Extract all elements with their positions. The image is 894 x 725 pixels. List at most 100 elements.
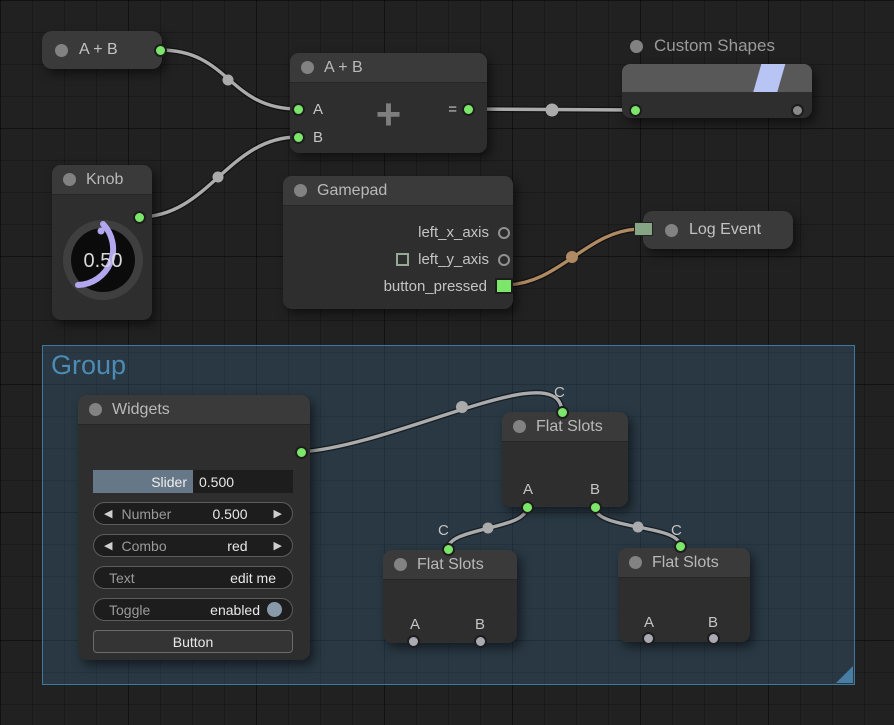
text-value[interactable]: edit me bbox=[230, 570, 276, 586]
combo-widget[interactable]: ◀ Combo red ▶ bbox=[93, 534, 293, 557]
node-widgets[interactable]: Widgets Slider 0.500 ◀ Number 0.500 ▶ ◀ … bbox=[78, 395, 310, 660]
output-slot-b[interactable] bbox=[707, 632, 720, 645]
node-knob[interactable]: Knob 0.50 bbox=[52, 165, 152, 320]
wire-midpoint-dot[interactable] bbox=[633, 522, 644, 533]
collapse-toggle-icon[interactable] bbox=[630, 40, 643, 53]
input-slot[interactable] bbox=[629, 104, 642, 117]
node-title: Knob bbox=[86, 171, 123, 189]
knob-pointer-dot bbox=[98, 228, 105, 235]
node-title: Log Event bbox=[689, 221, 761, 239]
widget-column: Slider 0.500 ◀ Number 0.500 ▶ ◀ Combo re… bbox=[93, 470, 293, 662]
output-slot[interactable] bbox=[295, 446, 308, 459]
text-widget[interactable]: Text edit me bbox=[93, 566, 293, 589]
wire-midpoint-dot[interactable] bbox=[566, 251, 578, 263]
output-slot-b[interactable] bbox=[474, 635, 487, 648]
output-slot-b[interactable] bbox=[589, 501, 602, 514]
node-title-bar[interactable]: Flat Slots bbox=[618, 548, 750, 578]
output-slot-a[interactable] bbox=[642, 632, 655, 645]
custom-bar-shape bbox=[622, 64, 812, 92]
toggle-widget[interactable]: Toggle enabled bbox=[93, 598, 293, 621]
output-slot[interactable] bbox=[154, 44, 167, 57]
knob-value-text: 0.50 bbox=[84, 250, 123, 272]
node-title: Flat Slots bbox=[536, 418, 603, 436]
output-row-left-x-axis: left_x_axis bbox=[283, 219, 513, 246]
top-input-label: C bbox=[671, 522, 682, 539]
node-gamepad[interactable]: Gamepad left_x_axis left_y_axis button_p… bbox=[283, 176, 513, 309]
node-title-bar[interactable]: Gamepad bbox=[283, 176, 513, 206]
customshapes-title-row[interactable]: Custom Shapes bbox=[630, 36, 775, 56]
node-custom-shapes[interactable] bbox=[622, 64, 812, 118]
node-flat-slots-right[interactable]: C Flat Slots A B bbox=[618, 548, 750, 642]
output-label: left_y_axis bbox=[418, 251, 489, 268]
number-widget[interactable]: ◀ Number 0.500 ▶ bbox=[93, 502, 293, 525]
node-title-bar[interactable]: Widgets bbox=[78, 395, 310, 425]
node-title-bar[interactable]: A + B bbox=[290, 53, 487, 83]
plus-operator-icon: + bbox=[290, 93, 487, 137]
wire-midpoint-dot[interactable] bbox=[546, 104, 559, 117]
node-title-bar[interactable]: Knob bbox=[52, 165, 152, 195]
output-slot[interactable] bbox=[791, 104, 804, 117]
wire-midpoint-dot[interactable] bbox=[483, 523, 494, 534]
output-label-a: A bbox=[523, 481, 533, 498]
number-value[interactable]: 0.500 bbox=[212, 506, 247, 522]
slider-label: Slider bbox=[151, 474, 187, 490]
top-input-slot[interactable] bbox=[556, 406, 569, 419]
collapse-toggle-icon[interactable] bbox=[301, 61, 314, 74]
wire-midpoint-dot[interactable] bbox=[456, 401, 468, 413]
collapse-toggle-icon[interactable] bbox=[513, 420, 526, 433]
collapse-toggle-icon[interactable] bbox=[665, 224, 678, 237]
top-input-slot[interactable] bbox=[442, 543, 455, 556]
wire-midpoint-dot[interactable] bbox=[223, 75, 234, 86]
decrement-arrow-icon[interactable]: ◀ bbox=[104, 507, 112, 520]
slider-widget[interactable]: Slider 0.500 bbox=[93, 470, 293, 493]
output-slot[interactable] bbox=[498, 254, 510, 266]
text-label: Text bbox=[109, 570, 135, 586]
collapse-toggle-icon[interactable] bbox=[55, 44, 68, 57]
event-output-slot[interactable] bbox=[495, 278, 513, 294]
node-adder-collapsed[interactable]: A + B bbox=[42, 31, 162, 69]
collapse-toggle-icon[interactable] bbox=[63, 173, 76, 186]
output-label-b: B bbox=[475, 616, 485, 633]
output-label-b: B bbox=[708, 614, 718, 631]
top-input-label: C bbox=[554, 384, 565, 401]
collapse-toggle-icon[interactable] bbox=[294, 184, 307, 197]
toggle-state-dot[interactable] bbox=[267, 602, 282, 617]
wire-midpoint-dot[interactable] bbox=[213, 172, 224, 183]
node-title: Gamepad bbox=[317, 182, 387, 200]
slider-fill[interactable]: Slider bbox=[93, 470, 193, 493]
output-row-left-y-axis: left_y_axis bbox=[283, 246, 513, 273]
node-flat-slots-mid[interactable]: C Flat Slots A B bbox=[502, 412, 628, 507]
node-title: A + B bbox=[324, 59, 363, 77]
node-title: Flat Slots bbox=[417, 556, 484, 574]
custom-parallelogram-shape bbox=[752, 64, 786, 92]
next-option-arrow-icon[interactable]: ▶ bbox=[274, 539, 282, 552]
button-label: Button bbox=[173, 634, 213, 650]
collapse-toggle-icon[interactable] bbox=[394, 558, 407, 571]
slider-value: 0.500 bbox=[193, 470, 234, 493]
node-adder[interactable]: A + B A B = + bbox=[290, 53, 487, 153]
increment-arrow-icon[interactable]: ▶ bbox=[274, 507, 282, 520]
combo-label: Combo bbox=[121, 538, 166, 554]
node-flat-slots-left[interactable]: C Flat Slots A B bbox=[383, 550, 517, 643]
event-input-slot[interactable] bbox=[634, 222, 653, 236]
output-slot-a[interactable] bbox=[407, 635, 420, 648]
button-widget[interactable]: Button bbox=[93, 630, 293, 653]
gamepad-output-rows: left_x_axis left_y_axis button_pressed bbox=[283, 219, 513, 300]
prev-option-arrow-icon[interactable]: ◀ bbox=[104, 539, 112, 552]
collapse-toggle-icon[interactable] bbox=[89, 403, 102, 416]
top-input-label: C bbox=[438, 522, 449, 539]
output-label: button_pressed bbox=[384, 278, 487, 295]
node-title: Widgets bbox=[112, 401, 170, 419]
output-label-a: A bbox=[410, 616, 420, 633]
output-label: left_x_axis bbox=[418, 224, 489, 241]
graph-canvas[interactable]: Group A + B A + B bbox=[0, 0, 894, 725]
node-log-event[interactable]: Log Event bbox=[643, 211, 793, 249]
combo-value[interactable]: red bbox=[227, 538, 247, 554]
collapse-toggle-icon[interactable] bbox=[629, 556, 642, 569]
output-slot-a[interactable] bbox=[521, 501, 534, 514]
top-input-slot[interactable] bbox=[674, 540, 687, 553]
knob-widget[interactable]: 0.50 bbox=[55, 212, 151, 308]
number-label: Number bbox=[121, 506, 171, 522]
output-slot[interactable] bbox=[498, 227, 510, 239]
output-row-button-pressed: button_pressed bbox=[283, 273, 513, 300]
